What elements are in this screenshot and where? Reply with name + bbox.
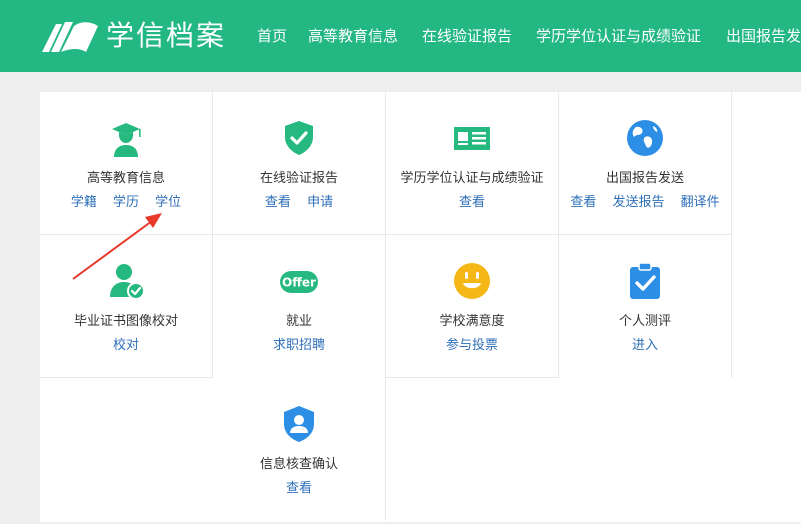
link-proofread[interactable]: 校对 (113, 338, 139, 353)
top-header: 学信档案 首页 高等教育信息 在线验证报告 学历学位认证与成绩验证 出国报告发 (0, 0, 801, 72)
nav-overseas-report[interactable]: 出国报告发 (726, 24, 801, 48)
offer-badge-icon[interactable]: Offer (279, 261, 319, 301)
service-higher-education-info: 高等教育信息 学籍 学历 学位 (40, 92, 213, 235)
service-title: 高等教育信息 (86, 171, 165, 186)
service-title: 信息核查确认 (259, 457, 338, 472)
service-links: 校对 (40, 337, 212, 355)
graduation-cap-person-icon[interactable] (106, 118, 146, 158)
service-title: 个人测评 (618, 314, 671, 329)
link-send-report[interactable]: 发送报告 (612, 195, 664, 210)
shield-person-icon[interactable] (279, 404, 319, 444)
link-view[interactable]: 查看 (459, 195, 485, 210)
link-education-record[interactable]: 学历 (113, 195, 139, 210)
service-links: 参与投票 (386, 337, 558, 355)
service-info-verification-confirm: 信息核查确认 查看 (213, 378, 386, 521)
shield-check-icon[interactable] (279, 118, 319, 158)
nav-higher-education-info[interactable]: 高等教育信息 (308, 24, 398, 48)
service-links: 查看 发送报告 翻译件 (559, 194, 731, 212)
service-title: 学历学位认证与成绩验证 (400, 171, 544, 186)
service-title: 学校满意度 (439, 314, 505, 329)
service-links: 进入 (559, 337, 731, 355)
service-school-satisfaction: 学校满意度 参与投票 (386, 235, 559, 378)
link-job-search[interactable]: 求职招聘 (273, 338, 325, 353)
globe-icon[interactable] (625, 118, 665, 158)
link-view[interactable]: 查看 (265, 195, 291, 210)
service-online-verification-report: 在线验证报告 查看 申请 (213, 92, 386, 235)
link-degree[interactable]: 学位 (155, 195, 181, 210)
service-employment: Offer 就业 求职招聘 (213, 235, 386, 378)
service-title: 就业 (285, 314, 312, 329)
link-translation[interactable]: 翻译件 (681, 195, 720, 210)
offer-badge-text: Offer (282, 276, 316, 290)
service-overseas-report: 出国报告发送 查看 发送报告 翻译件 (559, 92, 732, 235)
nav-home[interactable]: 首页 (257, 24, 287, 48)
service-links: 查看 申请 (213, 194, 385, 212)
service-links: 查看 (213, 480, 385, 498)
brand-name[interactable]: 学信档案 (106, 17, 226, 55)
link-view[interactable]: 查看 (286, 481, 312, 496)
smiley-face-icon[interactable] (452, 261, 492, 301)
service-diploma-image-proofread: 毕业证书图像校对 校对 (40, 235, 213, 378)
service-title: 毕业证书图像校对 (73, 314, 178, 329)
link-enter[interactable]: 进入 (632, 338, 658, 353)
services-panel: 高等教育信息 学籍 学历 学位 在线验证报告 查看 申请 学历学位认证与成绩验证… (40, 92, 801, 522)
link-apply[interactable]: 申请 (307, 195, 333, 210)
service-title: 出国报告发送 (605, 171, 684, 186)
service-links: 求职招聘 (213, 337, 385, 355)
person-verified-icon[interactable] (106, 261, 146, 301)
service-title: 在线验证报告 (259, 171, 338, 186)
link-view[interactable]: 查看 (570, 195, 596, 210)
book-logo-icon[interactable] (40, 18, 100, 54)
service-links: 查看 (386, 194, 558, 212)
service-links: 学籍 学历 学位 (40, 194, 212, 212)
service-degree-certification: 学历学位认证与成绩验证 查看 (386, 92, 559, 235)
clipboard-check-icon[interactable] (625, 261, 665, 301)
link-vote[interactable]: 参与投票 (446, 338, 498, 353)
link-student-status[interactable]: 学籍 (71, 195, 97, 210)
nav-online-verification-report[interactable]: 在线验证报告 (422, 24, 512, 48)
service-personal-assessment: 个人测评 进入 (559, 235, 732, 378)
nav-degree-certification[interactable]: 学历学位认证与成绩验证 (536, 24, 701, 48)
id-card-icon[interactable] (452, 118, 492, 158)
